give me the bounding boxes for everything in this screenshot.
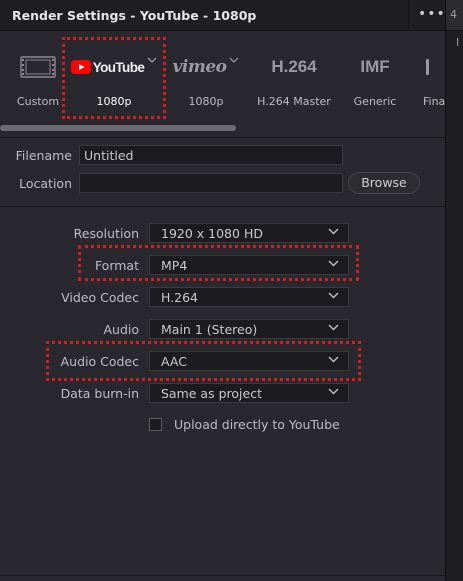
resolution-label: Resolution: [73, 226, 139, 241]
preset-vimeo-label: 1080p: [188, 95, 224, 108]
divider: [0, 137, 445, 138]
location-input[interactable]: [79, 173, 343, 193]
adjacent-panel-tab[interactable]: 4: [450, 8, 457, 21]
data-burn-in-select[interactable]: Same as project: [149, 383, 349, 403]
more-options-button[interactable]: •••: [418, 6, 446, 22]
chevron-down-icon: [328, 228, 339, 235]
resolution-select[interactable]: 1920 x 1080 HD: [149, 223, 349, 243]
preset-custom[interactable]: Custom: [8, 34, 68, 114]
vimeo-logo: vimeo: [170, 52, 242, 82]
data-burn-in-label: Data burn-in: [60, 386, 139, 401]
upload-youtube-checkbox[interactable]: [149, 418, 162, 431]
chevron-down-icon: [328, 324, 339, 331]
preset-imf[interactable]: IMF Generic: [344, 34, 406, 114]
h264-wordmark: H.264: [271, 57, 317, 76]
chevron-down-icon: [328, 388, 339, 395]
audio-label: Audio: [103, 322, 139, 337]
video-codec-value: H.264: [161, 290, 199, 305]
adjacent-panel-header: 4: [446, 0, 463, 31]
format-highlight: [78, 245, 359, 281]
preset-final-label: Final: [423, 95, 445, 108]
preset-final[interactable]: Final: [418, 34, 445, 114]
title-bar: Render Settings - YouTube - 1080p •••: [0, 0, 445, 31]
filename-input[interactable]: Untitled: [79, 145, 343, 165]
presets-scrollbar[interactable]: [0, 125, 236, 131]
video-codec-label: Video Codec: [61, 290, 139, 305]
filename-label: Filename: [15, 148, 72, 163]
imf-wordmark: IMF: [360, 57, 390, 76]
film-strip-icon: [8, 52, 68, 82]
vimeo-wordmark: vimeo: [172, 57, 227, 77]
title-separator: [408, 0, 409, 30]
preset-vimeo[interactable]: vimeo 1080p: [170, 34, 242, 114]
preset-custom-label: Custom: [16, 95, 60, 108]
audio-select[interactable]: Main 1 (Stereo): [149, 319, 349, 339]
preset-imf-label: Generic: [353, 95, 397, 108]
preset-h264-label: H.264 Master: [257, 95, 331, 108]
data-burn-in-value: Same as project: [161, 386, 262, 401]
divider: [0, 575, 445, 576]
divider: [0, 206, 445, 207]
chevron-down-icon[interactable]: [229, 53, 239, 67]
browse-button[interactable]: Browse: [348, 172, 420, 194]
preset-h264[interactable]: H.264 H.264 Master: [254, 34, 334, 114]
adjacent-panel: 4 I: [445, 0, 463, 581]
upload-youtube-label: Upload directly to YouTube: [174, 417, 340, 432]
adjacent-panel-text: I: [456, 36, 460, 49]
chevron-down-icon: [328, 292, 339, 299]
window-title: Render Settings - YouTube - 1080p: [12, 8, 257, 23]
resolution-value: 1920 x 1080 HD: [161, 226, 263, 241]
final-logo: [418, 52, 445, 82]
imf-logo: IMF: [344, 52, 406, 82]
location-label: Location: [19, 176, 72, 191]
video-codec-select[interactable]: H.264: [149, 287, 349, 307]
youtube-preset-highlight: [62, 37, 166, 119]
h264-logo: H.264: [254, 52, 334, 82]
render-settings-panel: Render Settings - YouTube - 1080p ••• Cu…: [0, 0, 445, 581]
audio-codec-highlight: [46, 341, 361, 381]
audio-value: Main 1 (Stereo): [161, 322, 258, 337]
